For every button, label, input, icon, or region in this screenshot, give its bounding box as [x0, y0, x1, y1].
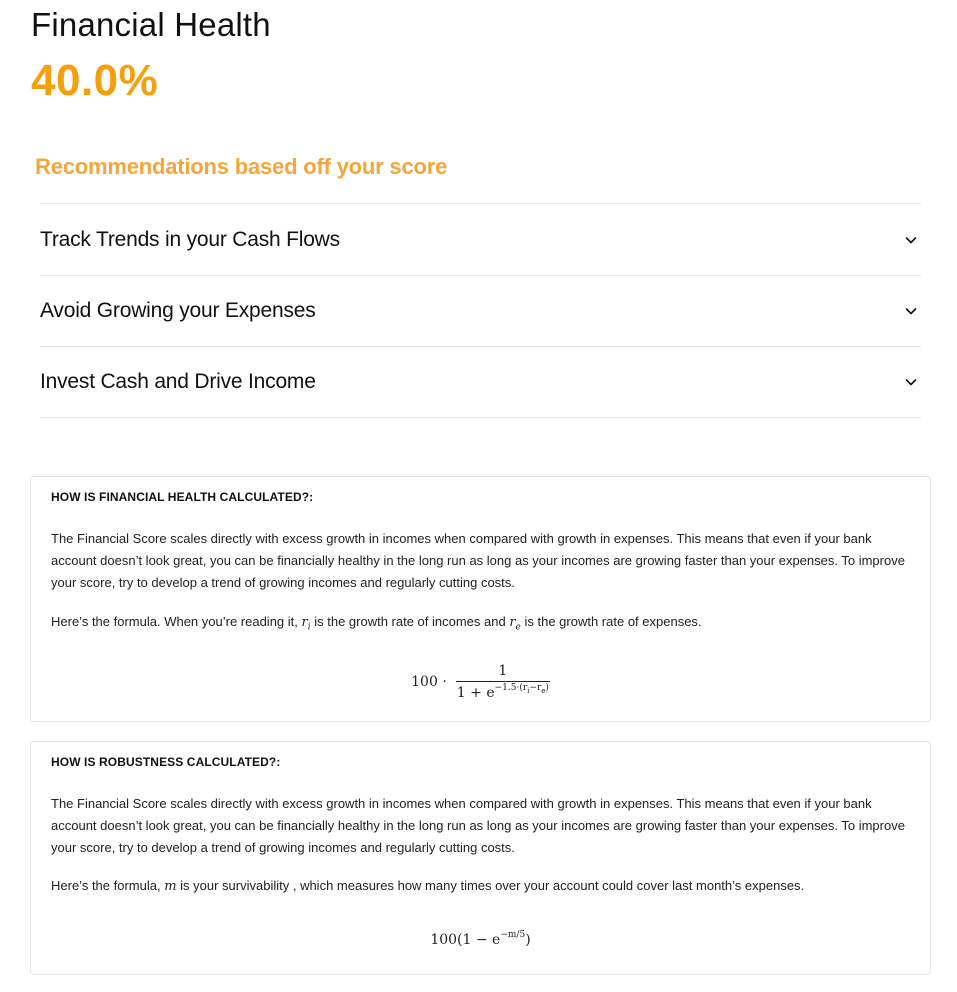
financial-health-score: 40.0%	[31, 56, 159, 105]
accordion-item-avoid-expenses[interactable]: Avoid Growing your Expenses	[40, 276, 921, 347]
card-body-text: The Financial Score scales directly with…	[51, 531, 905, 590]
expense-growth-variable: re	[509, 615, 521, 633]
income-growth-variable: ri	[301, 615, 311, 633]
chevron-down-icon[interactable]	[903, 374, 919, 390]
financial-health-formula: 100 · 1 1 + e−1.5·(ri−re)	[411, 663, 550, 701]
chevron-down-icon[interactable]	[903, 303, 919, 319]
accordion-item-track-trends[interactable]: Track Trends in your Cash Flows	[40, 204, 921, 276]
card-title: HOW IS ROBUSTNESS CALCULATED?:	[51, 755, 281, 769]
robustness-explainer-card: HOW IS ROBUSTNESS CALCULATED?: The Finan…	[30, 741, 931, 975]
accordion-item-label: Track Trends in your Cash Flows	[40, 227, 340, 251]
accordion-item-invest-cash[interactable]: Invest Cash and Drive Income	[40, 347, 921, 418]
formula-intro-text: Here’s the formula. When you’re reading …	[51, 614, 702, 633]
robustness-formula: 100(1 − e−m/5)	[430, 930, 531, 948]
survivability-variable: m	[164, 879, 177, 894]
card-title: HOW IS FINANCIAL HEALTH CALCULATED?:	[51, 490, 314, 504]
page-title: Financial Health	[31, 6, 271, 43]
chevron-down-icon[interactable]	[903, 232, 919, 248]
recommendations-heading: Recommendations based off your score	[35, 154, 448, 179]
formula-intro-text: Here’s the formula, m is your survivabil…	[51, 878, 805, 894]
card-body-text: The Financial Score scales directly with…	[51, 796, 905, 855]
accordion-item-label: Avoid Growing your Expenses	[40, 299, 316, 322]
accordion-item-label: Invest Cash and Drive Income	[40, 370, 316, 393]
financial-health-explainer-card: HOW IS FINANCIAL HEALTH CALCULATED?: The…	[30, 476, 931, 722]
recommendations-accordion: Track Trends in your Cash Flows Avoid Gr…	[40, 203, 921, 418]
